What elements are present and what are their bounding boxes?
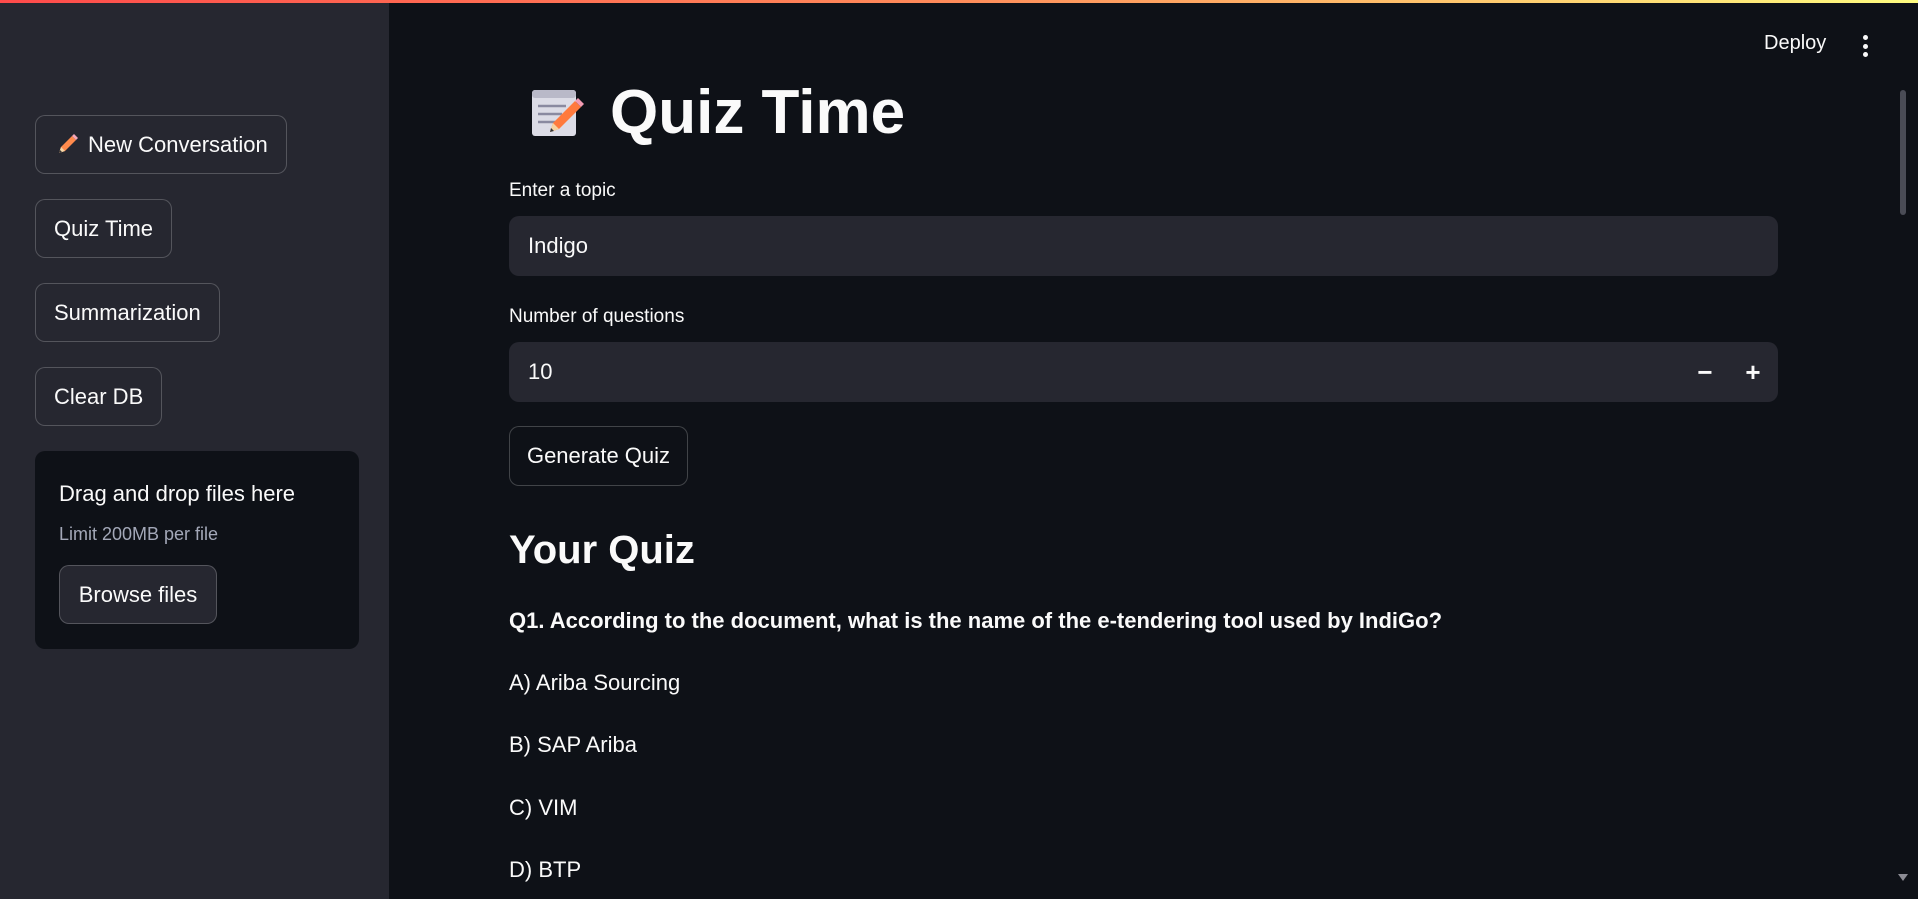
memo-icon [532, 90, 584, 136]
deploy-button[interactable]: Deploy [1764, 32, 1826, 55]
quiz-option: D) BTP [509, 857, 582, 882]
file-uploader-dropzone[interactable]: Drag and drop files here Limit 200MB per… [35, 451, 359, 649]
quiz-option: B) SAP Ariba [509, 732, 637, 757]
new-conversation-label: New Conversation [88, 131, 268, 157]
topic-input-value: Indigo [528, 233, 588, 258]
quiz-option: A) Ariba Sourcing [509, 670, 681, 695]
num-questions-label: Number of questions [509, 306, 685, 327]
app-window: New Conversation Quiz Time Summarization… [0, 0, 1918, 899]
sidebar: New Conversation Quiz Time Summarization… [0, 0, 389, 899]
quiz-question: Q1. According to the document, what is t… [509, 608, 1443, 633]
top-decoration-bar [0, 0, 1918, 3]
new-conversation-button[interactable]: New Conversation [35, 115, 287, 174]
page-title: Quiz Time [526, 72, 905, 152]
scrollbar-thumb[interactable] [1900, 90, 1906, 215]
scroll-down-arrow-icon[interactable] [1898, 874, 1908, 881]
num-questions-input[interactable]: 10 − + [509, 342, 1778, 402]
quiz-time-button[interactable]: Quiz Time [35, 199, 173, 258]
num-questions-value: 10 [528, 359, 553, 384]
decrement-button[interactable]: − [1681, 342, 1729, 402]
clear-db-label: Clear DB [54, 383, 144, 409]
generate-quiz-button[interactable]: Generate Quiz [509, 426, 688, 486]
increment-button[interactable]: + [1729, 342, 1777, 402]
browse-files-button[interactable]: Browse files [59, 565, 217, 624]
topic-input[interactable]: Indigo [509, 216, 1778, 276]
clear-db-button[interactable]: Clear DB [35, 367, 163, 426]
topic-label: Enter a topic [509, 180, 616, 201]
quiz-option: C) VIM [509, 795, 578, 820]
vertical-ellipsis-icon[interactable] [1859, 33, 1871, 59]
quiz-heading: Your Quiz [509, 528, 695, 572]
summarization-label: Summarization [54, 299, 201, 325]
summarization-button[interactable]: Summarization [35, 283, 220, 342]
pencil-icon [59, 133, 78, 153]
dropzone-limit: Limit 200MB per file [59, 524, 219, 544]
page-title-text: Quiz Time [610, 77, 906, 147]
quiz-time-label: Quiz Time [54, 215, 154, 241]
dropzone-title: Drag and drop files here [59, 481, 296, 506]
